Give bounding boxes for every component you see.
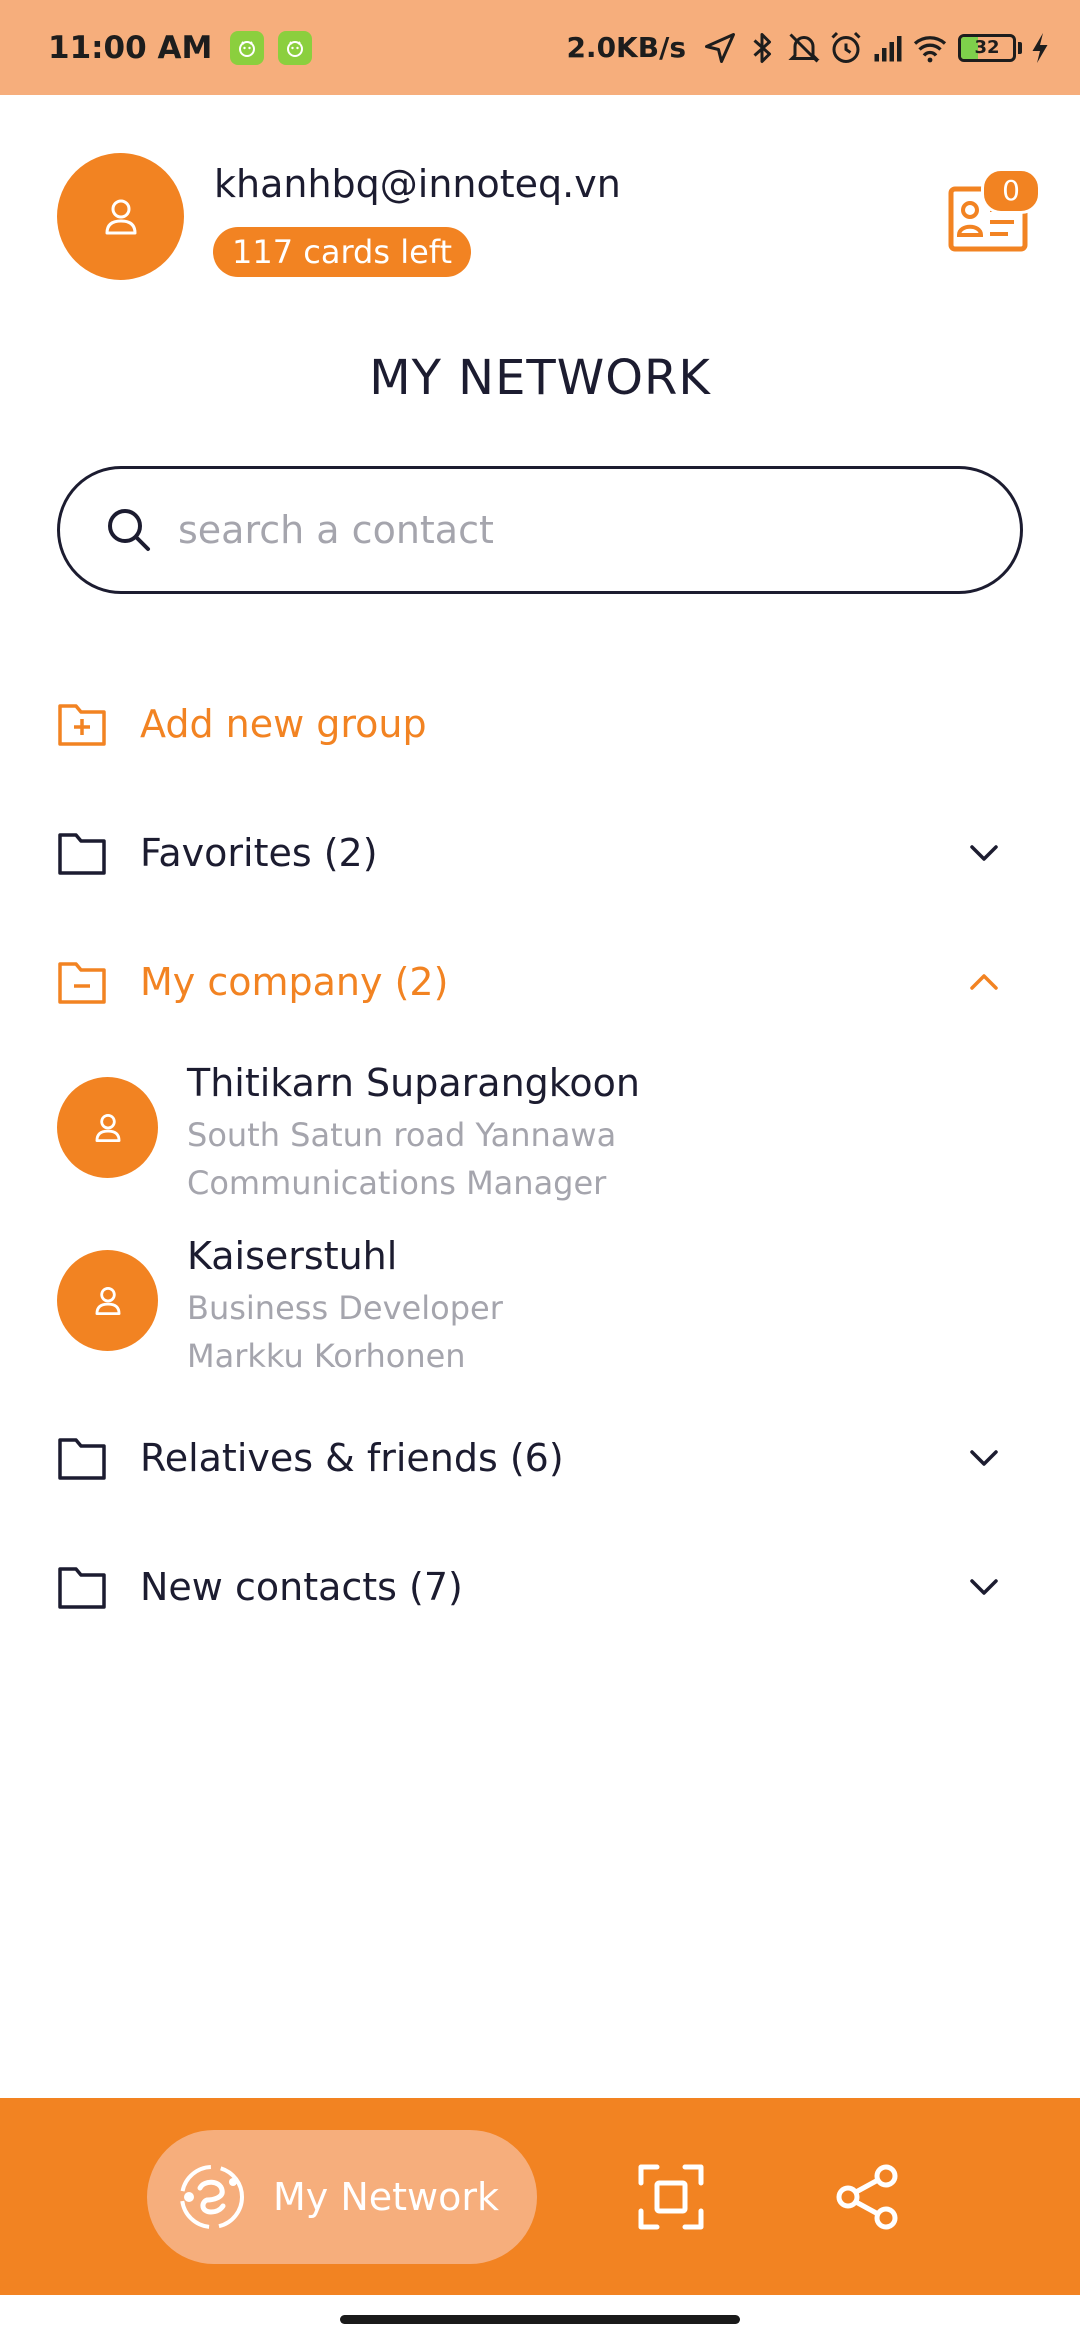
group-label: My company (2) (140, 960, 449, 1004)
user-icon (95, 1286, 120, 1315)
search-icon (108, 509, 150, 551)
contact-name: Kaiserstuhl (187, 1234, 398, 1278)
cards-left-badge: 117 cards left (213, 227, 472, 277)
contact-item[interactable]: Thitikarn Suparangkoon South Satun road … (57, 1061, 1023, 1221)
bottom-navigation: My Network (0, 2098, 1080, 2295)
chevron-down-icon[interactable] (965, 1568, 1003, 1606)
scan-button[interactable] (635, 2161, 707, 2233)
group-my-company[interactable]: My company (2) (57, 947, 1023, 1017)
gesture-area (0, 2295, 1080, 2340)
folder-open-icon (57, 959, 107, 1005)
charging-icon (1028, 30, 1052, 66)
chevron-up-icon[interactable] (965, 963, 1003, 1001)
contact-detail: South Satun road Yannawa (187, 1116, 617, 1154)
contact-detail: Business Developer (187, 1289, 503, 1327)
search-input[interactable] (176, 507, 960, 553)
contact-detail: Markku Korhonen (187, 1337, 466, 1375)
status-left: 11:00 AM (48, 30, 326, 66)
add-group-button[interactable]: Add new group (57, 689, 1023, 759)
home-gesture-bar[interactable] (340, 2315, 740, 2324)
folder-icon (57, 830, 107, 876)
status-right: 2.0KB/s 32 (566, 30, 1052, 66)
folder-icon (57, 1564, 107, 1610)
contact-item[interactable]: Kaiserstuhl Business Developer Markku Ko… (57, 1234, 1023, 1394)
contact-name: Thitikarn Suparangkoon (187, 1061, 641, 1105)
group-label: Relatives & friends (6) (140, 1436, 564, 1480)
group-favorites[interactable]: Favorites (2) (57, 818, 1023, 888)
alarm-icon (828, 30, 864, 66)
business-cards-button[interactable]: 0 (940, 168, 1041, 258)
search-box[interactable] (57, 466, 1023, 594)
location-icon (702, 30, 738, 66)
my-network-icon (180, 2165, 244, 2229)
group-label: New contacts (7) (140, 1565, 463, 1609)
group-label: Favorites (2) (140, 831, 378, 875)
app-notification-icon (230, 30, 265, 65)
app-notification-icon (278, 30, 313, 65)
group-new-contacts[interactable]: New contacts (7) (57, 1552, 1023, 1622)
share-icon (836, 2164, 898, 2230)
chevron-down-icon[interactable] (965, 834, 1003, 872)
group-relatives-friends[interactable]: Relatives & friends (6) (57, 1423, 1023, 1493)
battery-cap (1018, 41, 1022, 54)
add-group-label: Add new group (140, 702, 427, 746)
status-bar: 11:00 AM 2.0KB/s 32 (0, 0, 1080, 95)
contact-avatar (57, 1077, 158, 1178)
user-icon (105, 199, 136, 234)
folder-icon (57, 1435, 107, 1481)
battery-level: 32 (974, 37, 1000, 58)
folder-add-icon (57, 701, 107, 747)
profile-email: khanhbq@innoteq.vn (214, 162, 621, 206)
profile-avatar[interactable] (57, 153, 184, 280)
chevron-down-icon[interactable] (965, 1439, 1003, 1477)
contact-detail: Communications Manager (187, 1164, 607, 1202)
battery-icon: 32 (958, 33, 1016, 62)
signal-icon (870, 30, 906, 66)
bluetooth-icon (744, 30, 780, 66)
nav-my-network[interactable]: My Network (147, 2130, 537, 2264)
nav-my-network-label: My Network (273, 2175, 500, 2219)
card-count-badge: 0 (981, 168, 1041, 214)
share-button[interactable] (832, 2161, 904, 2233)
mute-icon (786, 30, 822, 66)
page-title: MY NETWORK (369, 350, 711, 406)
network-speed: 2.0KB/s (566, 31, 686, 64)
scan-icon (638, 2164, 704, 2230)
contact-avatar (57, 1250, 158, 1351)
wifi-icon (912, 30, 948, 66)
status-time: 11:00 AM (48, 29, 213, 66)
user-icon (95, 1113, 120, 1142)
